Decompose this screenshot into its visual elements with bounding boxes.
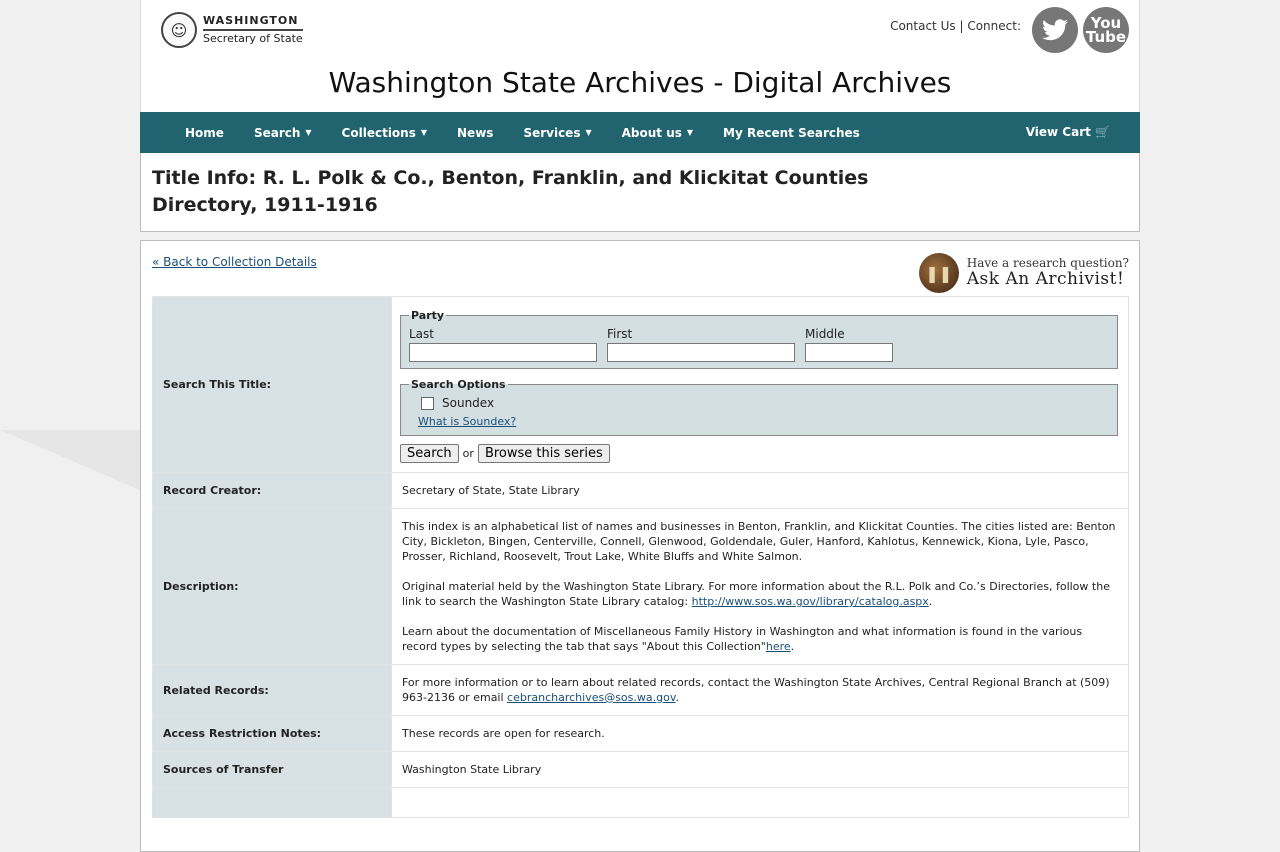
description-value: This index is an alphabetical list of na… xyxy=(391,508,1129,665)
twitter-icon[interactable] xyxy=(1032,7,1078,53)
contact-us-link[interactable]: Contact Us xyxy=(890,19,956,33)
search-options-fieldset: Search Options Soundex What is Soundex? xyxy=(400,377,1118,436)
nav-label: News xyxy=(457,125,494,140)
related-end: . xyxy=(675,691,680,704)
washington-seal-icon: ☺ xyxy=(161,12,197,48)
search-button[interactable]: Search xyxy=(400,444,459,463)
browse-series-button[interactable]: Browse this series xyxy=(477,444,610,463)
background-shape xyxy=(0,430,140,490)
next-row-label xyxy=(152,787,392,818)
site-title: Washington State Archives - Digital Arch… xyxy=(328,66,952,99)
main-nav: Home Search ▼ Collections ▼ News Services ▼… xyxy=(140,112,1140,153)
description-paragraph-1: This index is an alphabetical list of na… xyxy=(402,520,1116,563)
nav-label: My Recent Searches xyxy=(723,125,860,140)
first-label: First xyxy=(607,327,633,341)
header-separator: | xyxy=(959,19,964,33)
about-collection-link[interactable]: here xyxy=(766,640,791,653)
last-field-group: Last xyxy=(409,327,597,362)
nav-home[interactable]: Home xyxy=(185,126,224,140)
nav-search[interactable]: Search ▼ xyxy=(254,126,312,140)
search-buttons: Search or Browse this series xyxy=(400,444,1118,463)
ask-archivist-banner[interactable]: ❚❚ Have a research question? Ask An Arch… xyxy=(918,253,1129,293)
table-row: Related Records: For more information or… xyxy=(152,664,1129,716)
record-creator-label: Record Creator: xyxy=(152,472,392,509)
nav-collections[interactable]: Collections ▼ xyxy=(342,126,427,140)
first-field-group: First xyxy=(607,327,795,362)
caret-down-icon: ▼ xyxy=(585,128,592,137)
caret-down-icon: ▼ xyxy=(305,128,312,137)
next-row-value xyxy=(391,787,1129,818)
related-records-label: Related Records: xyxy=(152,664,392,716)
related-records-value: For more information or to learn about r… xyxy=(391,664,1129,716)
nav-label: Collections xyxy=(341,125,416,140)
desc-p2-end: . xyxy=(928,595,933,608)
nav-label: Home xyxy=(185,125,224,140)
main-content: « Back to Collection Details ❚❚ Have a r… xyxy=(140,240,1140,852)
table-row xyxy=(152,787,1129,818)
logo-bottom: Secretary of State xyxy=(203,32,303,45)
nav-news[interactable]: News xyxy=(457,126,493,140)
description-paragraph-2: Original material held by the Washington… xyxy=(402,579,1118,609)
first-name-input[interactable] xyxy=(607,343,795,362)
view-cart-link[interactable]: View Cart 🛒 xyxy=(1026,125,1110,139)
description-label: Description: xyxy=(152,508,392,665)
search-options-legend: Search Options xyxy=(411,378,506,391)
nav-label: About us xyxy=(621,125,682,140)
soundex-label: Soundex xyxy=(442,396,495,410)
header-links: Contact Us | Connect: xyxy=(890,19,1021,33)
page-title: Title Info: R. L. Polk & Co., Benton, Fr… xyxy=(152,167,869,216)
caret-down-icon: ▼ xyxy=(420,128,428,137)
nav-services[interactable]: Services ▼ xyxy=(523,126,591,140)
middle-name-input[interactable] xyxy=(805,343,893,362)
last-name-input[interactable] xyxy=(409,343,597,362)
connect-label: Connect: xyxy=(967,19,1021,33)
title-box: Title Info: R. L. Polk & Co., Benton, Fr… xyxy=(140,153,1140,232)
search-cell: Party Last First Middle Search Options S… xyxy=(391,296,1129,473)
party-fields: Last First Middle xyxy=(409,327,1109,362)
nav-recent-searches[interactable]: My Recent Searches xyxy=(723,126,860,140)
books-icon: ❚❚ xyxy=(918,253,959,293)
party-legend: Party xyxy=(411,309,445,322)
logo-top: WASHINGTON xyxy=(203,14,303,31)
middle-label: Middle xyxy=(805,327,845,341)
table-row: Search This Title: Party Last First Midd… xyxy=(152,296,1129,473)
ask-line2: Ask An Archivist! xyxy=(966,269,1125,290)
sos-logo[interactable]: ☺ WASHINGTON Secretary of State xyxy=(161,12,303,48)
table-row: Access Restriction Notes: These records … xyxy=(152,715,1129,752)
email-link[interactable]: cebrancharchives@sos.wa.gov xyxy=(507,691,675,704)
desc-p3-end: . xyxy=(790,640,795,653)
sources-of-transfer-label: Sources of Transfer xyxy=(152,751,392,788)
table-row: Record Creator: Secretary of State, Stat… xyxy=(152,472,1129,509)
site-header: ☺ WASHINGTON Secretary of State Contact … xyxy=(140,0,1140,112)
nav-label: Search xyxy=(253,125,301,140)
table-row: Sources of Transfer Washington State Lib… xyxy=(152,751,1129,788)
sources-of-transfer-value: Washington State Library xyxy=(391,751,1129,788)
party-fieldset: Party Last First Middle xyxy=(400,308,1118,369)
title-info-table: Search This Title: Party Last First Midd… xyxy=(152,296,1129,818)
last-label: Last xyxy=(409,327,434,341)
nav-about-us[interactable]: About us ▼ xyxy=(622,126,693,140)
ask-text: Have a research question? Ask An Archivi… xyxy=(966,256,1129,290)
caret-down-icon: ▼ xyxy=(686,128,694,137)
desc-p3-text: Learn about the documentation of Miscell… xyxy=(402,625,1083,653)
back-to-collection-link[interactable]: « Back to Collection Details xyxy=(152,255,317,269)
or-text: or xyxy=(462,447,474,460)
logo-text: WASHINGTON Secretary of State xyxy=(203,14,303,45)
nav-label: Services xyxy=(523,125,581,140)
access-restriction-value: These records are open for research. xyxy=(391,715,1129,752)
what-is-soundex-link[interactable]: What is Soundex? xyxy=(418,414,1109,429)
access-restriction-label: Access Restriction Notes: xyxy=(152,715,392,752)
youtube-icon[interactable]: You Tube xyxy=(1083,7,1129,53)
description-paragraph-3: Learn about the documentation of Miscell… xyxy=(402,624,1118,654)
soundex-row: Soundex xyxy=(421,396,1109,411)
record-creator-value: Secretary of State, State Library xyxy=(391,472,1129,509)
search-title-label: Search This Title: xyxy=(152,296,392,473)
soundex-checkbox[interactable] xyxy=(421,397,434,410)
table-row: Description: This index is an alphabetic… xyxy=(152,508,1129,665)
library-catalog-link[interactable]: http://www.sos.wa.gov/library/catalog.as… xyxy=(692,595,929,608)
page-wrapper: ☺ WASHINGTON Secretary of State Contact … xyxy=(140,0,1140,852)
middle-field-group: Middle xyxy=(805,327,893,362)
